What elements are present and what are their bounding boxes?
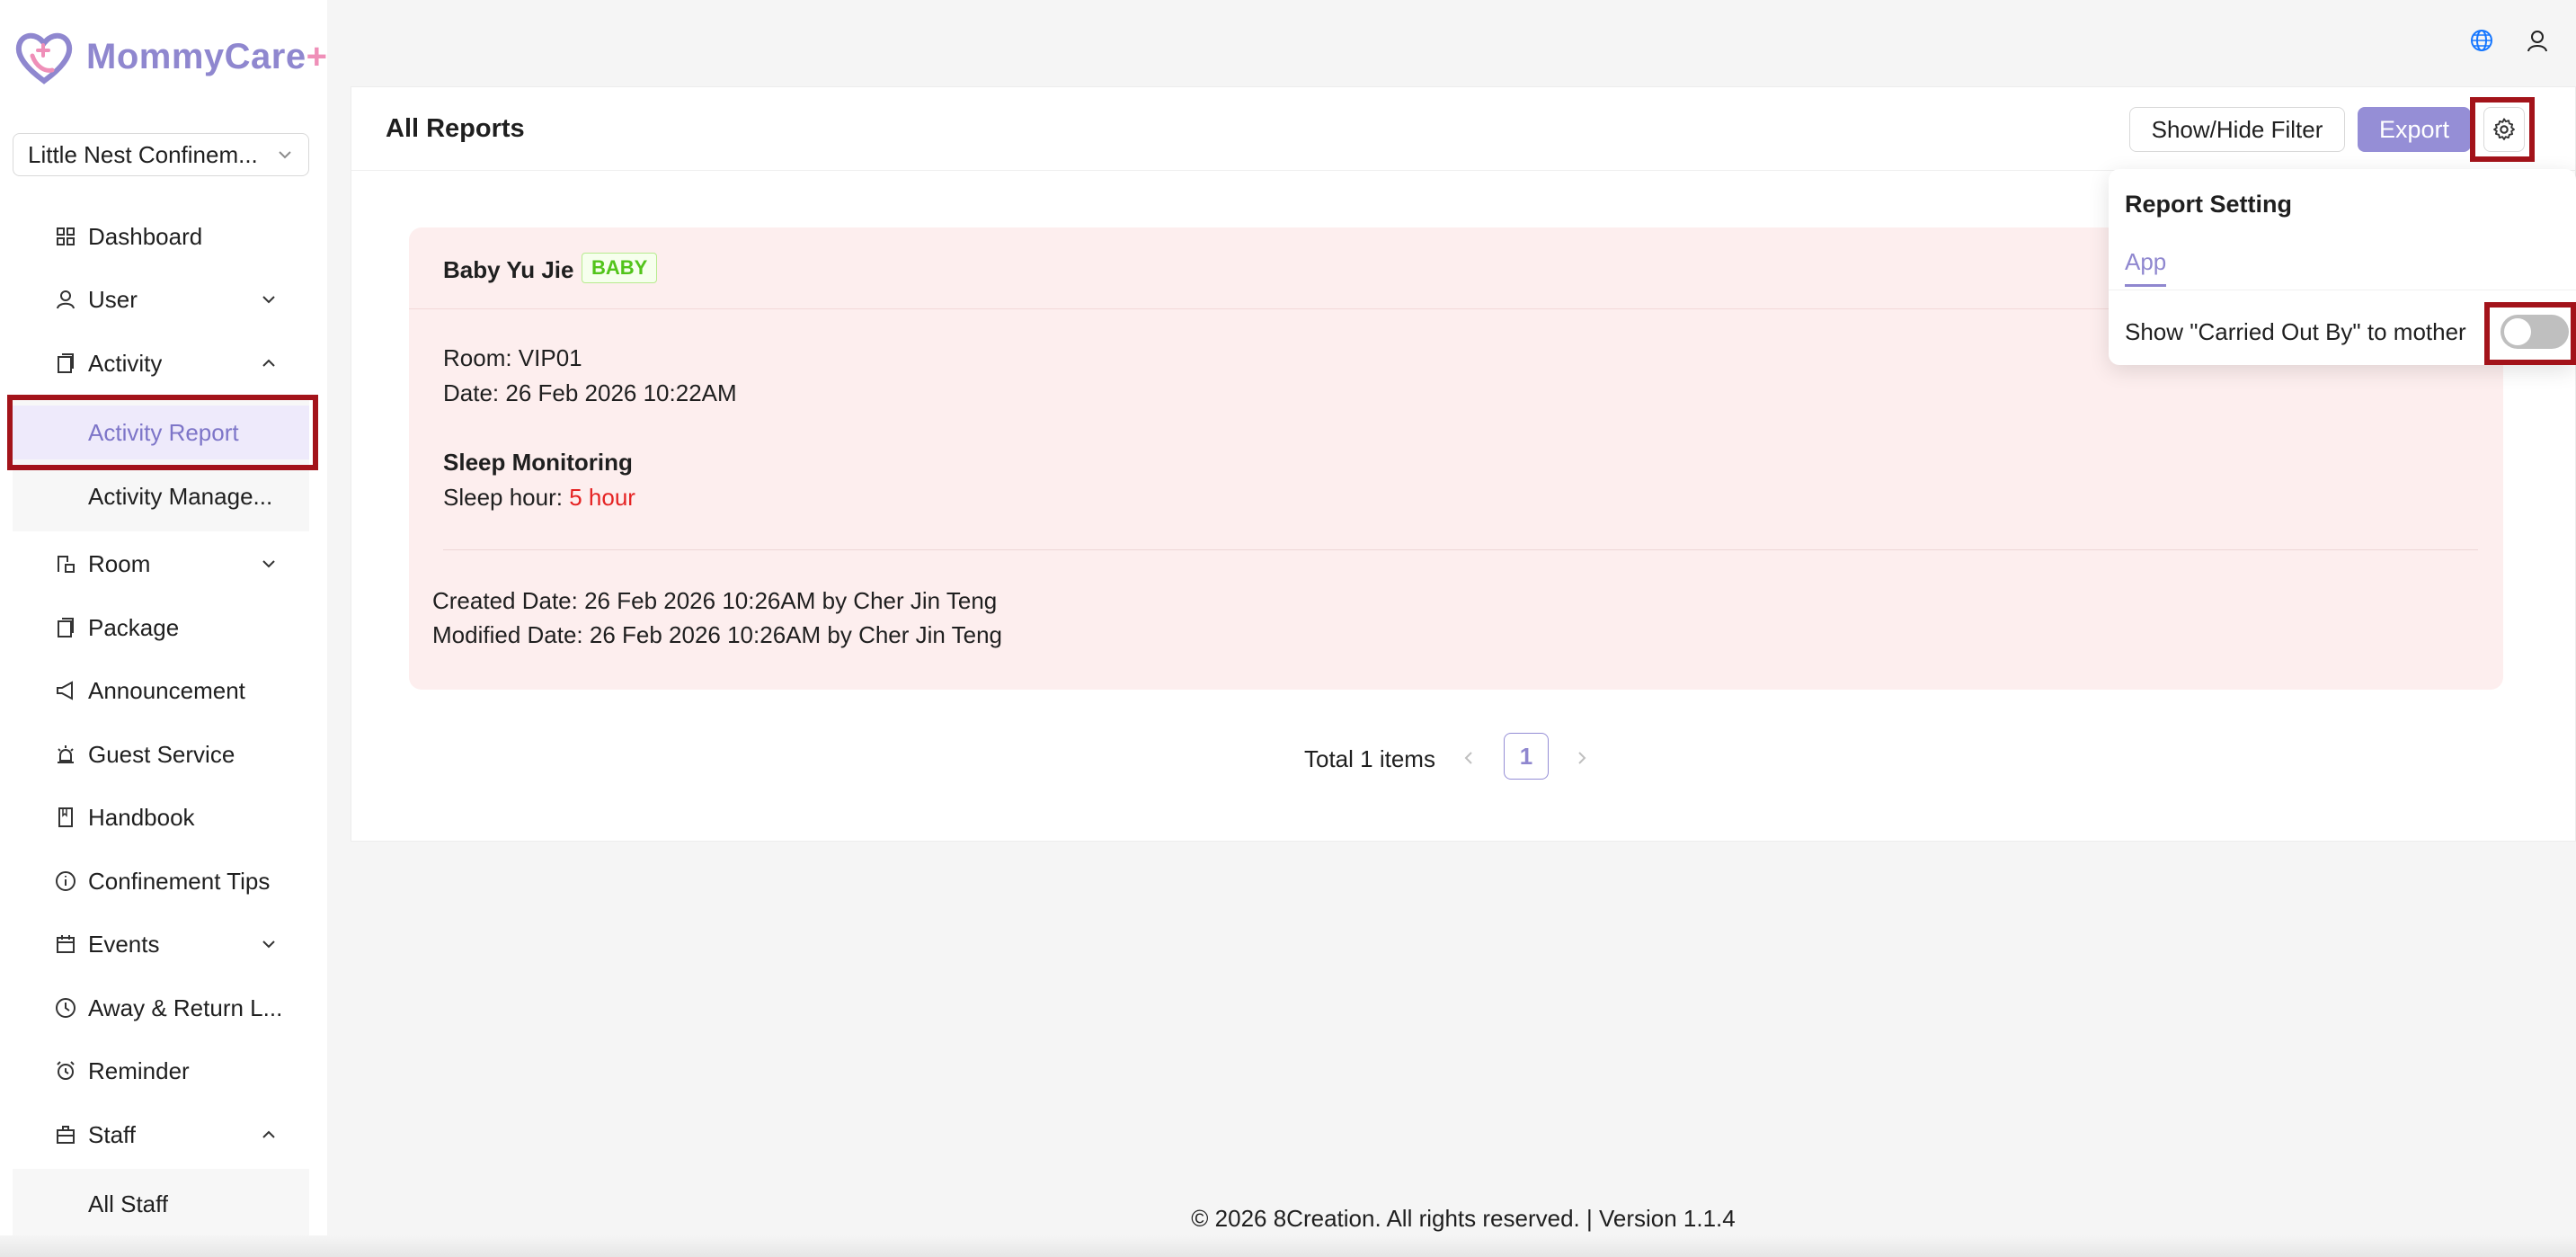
heart-logo-icon bbox=[15, 32, 73, 85]
package-icon bbox=[54, 616, 77, 639]
sidebar-item-announcement[interactable]: Announcement bbox=[13, 664, 309, 718]
sidebar-item-label: Handbook bbox=[88, 803, 195, 831]
chevron-up-icon bbox=[259, 353, 279, 373]
footer: © 2026 8Creation. All rights reserved. |… bbox=[1191, 1205, 1736, 1232]
sidebar-item-away-return[interactable]: Away & Return L... bbox=[13, 981, 309, 1035]
created-date: Created Date: 26 Feb 2026 10:26AM by Che… bbox=[432, 587, 998, 614]
sidebar-item-label: Activity bbox=[88, 349, 163, 377]
sidebar-item-label: Room bbox=[88, 549, 151, 577]
card-header: All Reports Show/Hide Filter Export bbox=[351, 87, 2575, 171]
sidebar-item-label: User bbox=[88, 285, 138, 313]
sidebar-item-label: Staff bbox=[88, 1120, 137, 1148]
sidebar-item-label: Reminder bbox=[88, 1056, 190, 1084]
export-button[interactable]: Export bbox=[2358, 107, 2471, 152]
chevron-up-icon bbox=[259, 1125, 279, 1145]
sidebar-item-label: Activity Report bbox=[88, 418, 239, 446]
sidebar-item-activity-management[interactable]: Activity Manage... bbox=[13, 469, 309, 523]
staff-icon bbox=[54, 1123, 77, 1146]
sidebar-item-events[interactable]: Events bbox=[13, 917, 309, 971]
gear-icon bbox=[2493, 118, 2515, 140]
sidebar-item-label: Away & Return L... bbox=[88, 994, 283, 1021]
organization-select-value: Little Nest Confinem... bbox=[28, 140, 258, 168]
sidebar-item-activity[interactable]: Activity bbox=[13, 336, 309, 390]
sidebar-item-room[interactable]: Room bbox=[13, 537, 309, 591]
globe-icon[interactable] bbox=[2468, 27, 2495, 54]
info-icon bbox=[54, 869, 77, 893]
report-setting-popover: Report Setting App Show "Carried Out By"… bbox=[2109, 169, 2576, 365]
profile-icon[interactable] bbox=[2524, 27, 2551, 54]
sidebar-item-reminder[interactable]: Reminder bbox=[13, 1044, 309, 1098]
clipboard-icon bbox=[54, 352, 77, 375]
chevron-down-icon bbox=[259, 290, 279, 309]
sidebar-item-all-staff[interactable]: All Staff bbox=[13, 1177, 309, 1231]
sidebar-item-user[interactable]: User bbox=[13, 272, 309, 326]
pagination: Total 1 items 1 bbox=[351, 733, 2575, 783]
sleep-hour-value: 5 hour bbox=[569, 484, 635, 511]
popover-title: Report Setting bbox=[2125, 191, 2292, 218]
previous-page-button[interactable] bbox=[1455, 742, 1482, 774]
report-section-title: Sleep Monitoring bbox=[443, 449, 633, 476]
report-room: Room: VIP01 bbox=[443, 344, 582, 371]
sleep-hour-label: Sleep hour: bbox=[443, 484, 563, 511]
bottom-fade bbox=[0, 1235, 2576, 1257]
logo-text: MommyCare+ bbox=[86, 36, 328, 76]
sidebar-item-label: Guest Service bbox=[88, 740, 235, 768]
calendar-icon bbox=[54, 932, 77, 956]
report-date: Date: 26 Feb 2026 10:22AM bbox=[443, 379, 737, 406]
organization-select[interactable]: Little Nest Confinem... bbox=[13, 133, 309, 176]
chevron-down-icon bbox=[259, 554, 279, 574]
tab-app[interactable]: App bbox=[2125, 248, 2166, 276]
next-page-button[interactable] bbox=[1568, 742, 1595, 774]
sidebar-item-label: Events bbox=[88, 930, 160, 958]
dashboard-icon bbox=[54, 225, 77, 248]
modified-date: Modified Date: 26 Feb 2026 10:26AM by Ch… bbox=[432, 621, 1003, 648]
sidebar: MommyCare+ Little Nest Confinem... Dashb… bbox=[0, 0, 327, 1257]
sidebar-item-guest-service[interactable]: Guest Service bbox=[13, 727, 309, 781]
chevron-down-icon bbox=[279, 151, 291, 159]
divider bbox=[443, 549, 2478, 550]
carried-out-by-toggle[interactable] bbox=[2500, 315, 2569, 349]
chevron-right-icon bbox=[1578, 752, 1586, 764]
sidebar-item-label: Package bbox=[88, 613, 180, 641]
chevron-left-icon bbox=[1464, 752, 1472, 764]
user-icon bbox=[54, 288, 77, 311]
alarm-icon bbox=[54, 1059, 77, 1083]
sleep-hour-row: Sleep hour: 5 hour bbox=[443, 484, 635, 512]
settings-button[interactable] bbox=[2483, 107, 2525, 152]
sidebar-item-activity-report[interactable]: Activity Report bbox=[13, 406, 309, 459]
bell-icon bbox=[54, 743, 77, 766]
active-tab-indicator bbox=[2125, 284, 2166, 287]
sidebar-item-label: Announcement bbox=[88, 676, 245, 704]
sidebar-item-label: All Staff bbox=[88, 1190, 169, 1217]
report-name: Baby Yu Jie bbox=[443, 256, 574, 283]
clock-icon bbox=[54, 996, 77, 1020]
type-badge: BABY bbox=[582, 253, 658, 283]
sidebar-item-package[interactable]: Package bbox=[13, 601, 309, 655]
show-hide-filter-button[interactable]: Show/Hide Filter bbox=[2129, 107, 2345, 152]
book-icon bbox=[54, 806, 77, 829]
megaphone-icon bbox=[54, 679, 77, 702]
carried-out-by-label: Show "Carried Out By" to mother bbox=[2125, 318, 2466, 345]
room-icon bbox=[54, 552, 77, 575]
sidebar-item-staff[interactable]: Staff bbox=[13, 1108, 309, 1162]
sidebar-item-handbook[interactable]: Handbook bbox=[13, 790, 309, 844]
sidebar-item-label: Dashboard bbox=[88, 222, 203, 250]
logo[interactable]: MommyCare+ bbox=[13, 25, 327, 88]
toggle-knob bbox=[2504, 318, 2531, 345]
sidebar-item-dashboard[interactable]: Dashboard bbox=[13, 210, 309, 263]
page-1-button[interactable]: 1 bbox=[1504, 733, 1549, 780]
chevron-down-icon bbox=[259, 934, 279, 954]
pagination-total: Total 1 items bbox=[1304, 745, 1435, 772]
sidebar-item-label: Activity Manage... bbox=[88, 482, 273, 510]
sidebar-item-label: Confinement Tips bbox=[88, 867, 271, 895]
sidebar-item-confinement-tips[interactable]: Confinement Tips bbox=[13, 854, 309, 908]
page-title: All Reports bbox=[386, 114, 525, 143]
